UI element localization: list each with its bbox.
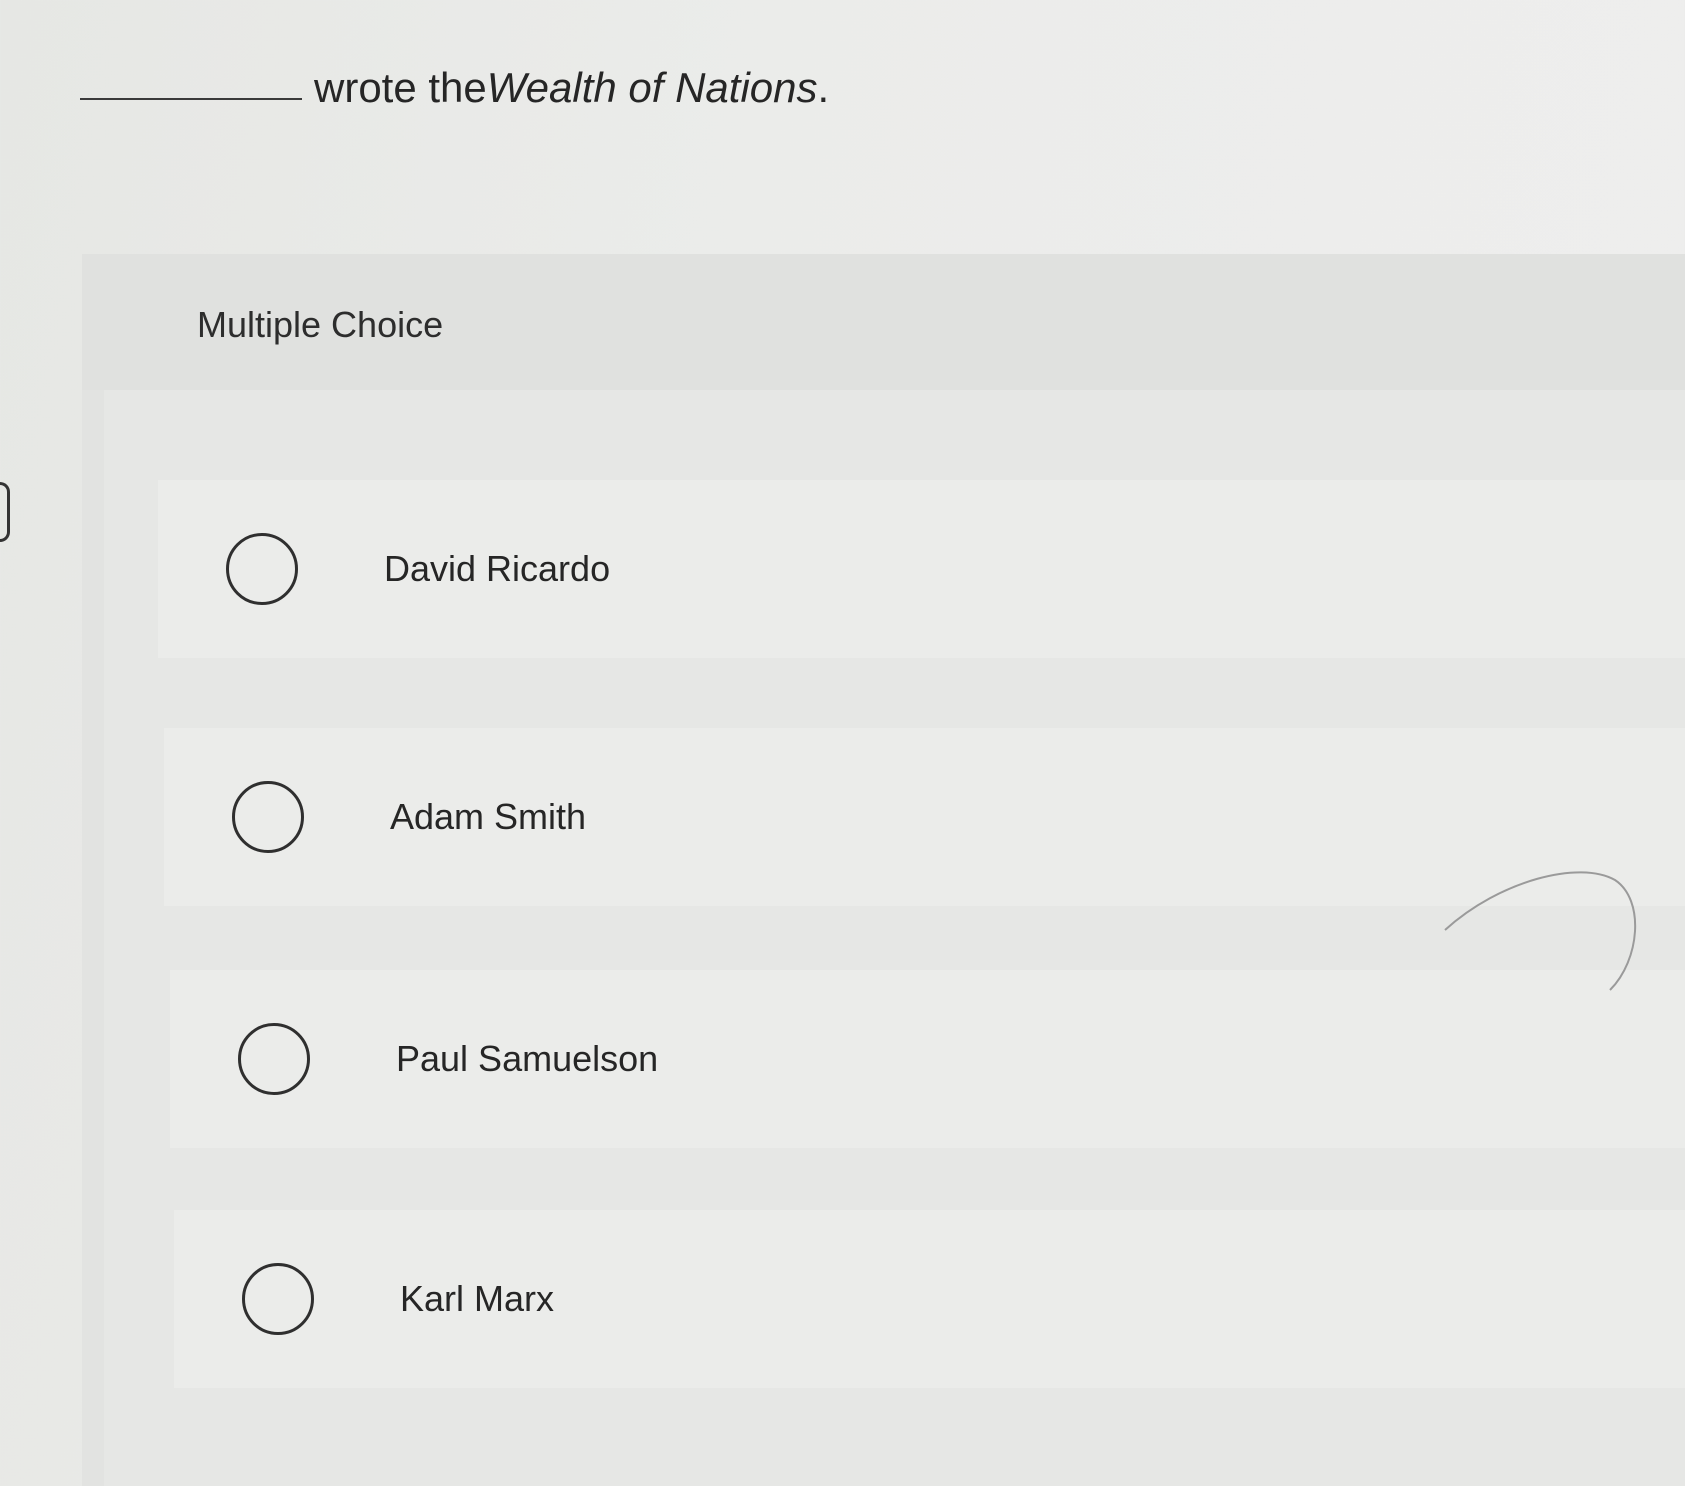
answer-blank bbox=[80, 98, 302, 100]
panel-title: Multiple Choice bbox=[197, 304, 444, 345]
panel-header: Multiple Choice bbox=[82, 254, 1685, 390]
option-karl-marx[interactable]: Karl Marx bbox=[174, 1210, 1685, 1388]
option-paul-samuelson[interactable]: Paul Samuelson bbox=[170, 970, 1685, 1148]
book-title: Wealth of Nations bbox=[486, 64, 818, 111]
option-label: Adam Smith bbox=[390, 796, 587, 837]
radio-button[interactable] bbox=[226, 533, 298, 605]
radio-button[interactable] bbox=[238, 1023, 310, 1095]
question-prompt: wrote the Wealth of Nations. bbox=[80, 52, 829, 112]
option-label: Karl Marx bbox=[400, 1278, 555, 1319]
option-label: Paul Samuelson bbox=[396, 1038, 659, 1079]
option-david-ricardo[interactable]: David Ricardo bbox=[158, 480, 1685, 658]
option-label: David Ricardo bbox=[384, 548, 611, 589]
screen-edge-mark bbox=[0, 482, 10, 542]
radio-button[interactable] bbox=[242, 1263, 314, 1335]
radio-button[interactable] bbox=[232, 781, 304, 853]
option-adam-smith[interactable]: Adam Smith bbox=[164, 728, 1685, 906]
question-text: wrote the bbox=[314, 64, 487, 111]
question-suffix: . bbox=[817, 64, 830, 111]
